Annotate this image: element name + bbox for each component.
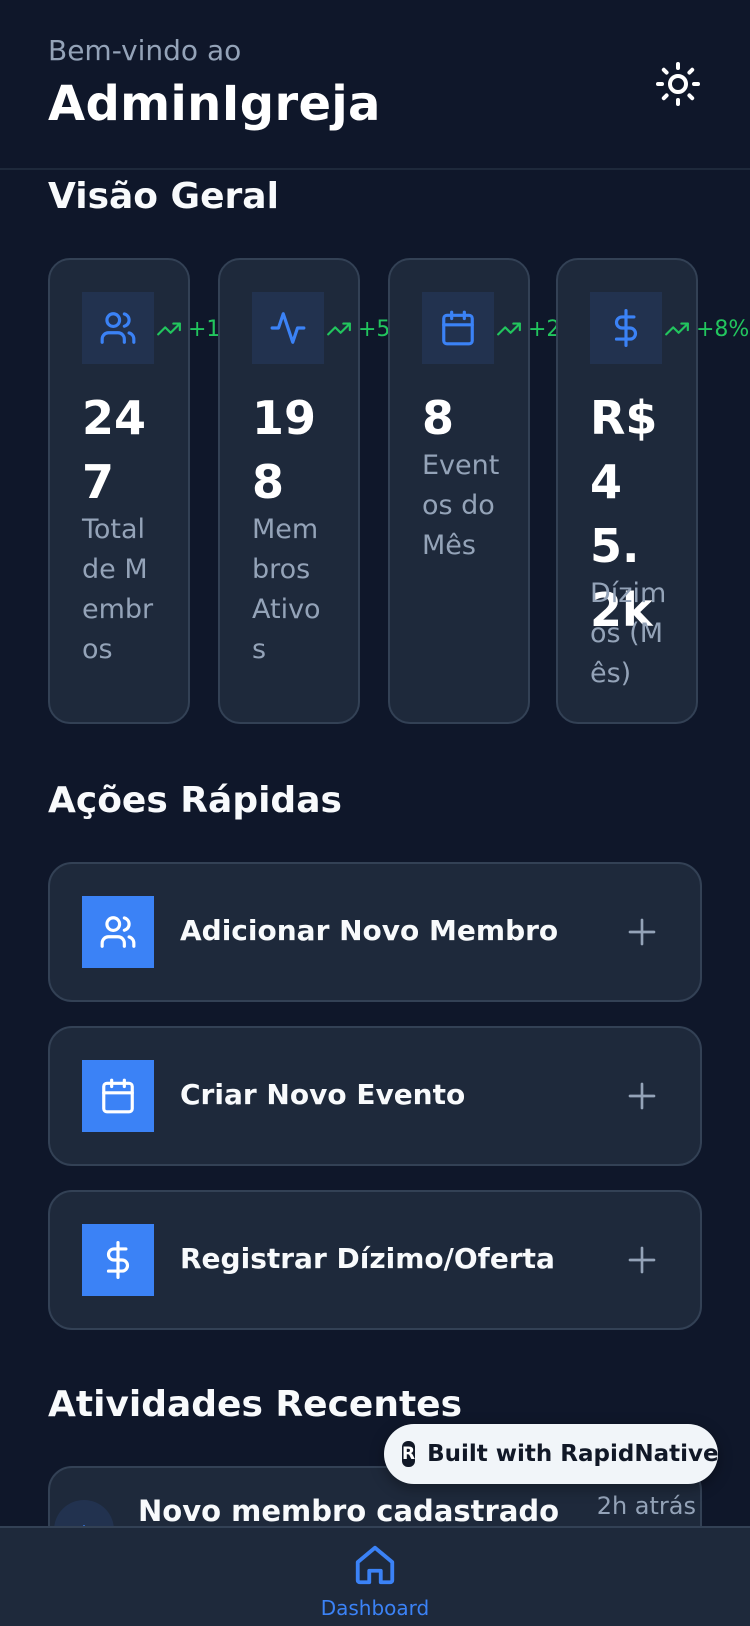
stat-card-total-members[interactable]: +1 247 Total de Membros [48, 258, 220, 724]
stat-value: 198 [252, 391, 317, 509]
action-label: Criar Novo Evento [180, 1078, 466, 1111]
header: Bem-vindo ao AdminIgreja [0, 0, 750, 170]
stat-icon-box [590, 292, 662, 364]
action-label: Adicionar Novo Membro [180, 914, 559, 947]
rapidnative-logo-icon: R [402, 1441, 416, 1467]
activity-time: 2h atrás [596, 1492, 696, 1520]
stat-label: Total de Membros [82, 514, 154, 665]
stat-label: Membros Ativos [252, 514, 321, 665]
users-icon [100, 312, 136, 344]
register-tithe-button[interactable]: Registrar Dízimo/Oferta [48, 1190, 702, 1330]
stat-trend: +2 [496, 316, 560, 342]
stat-label: Dízimos (Mês) [590, 578, 667, 689]
tab-label: Dashboard [320, 1596, 430, 1620]
tab-dashboard[interactable]: Dashboard [310, 1542, 440, 1626]
add-member-button[interactable]: Adicionar Novo Membro [48, 862, 702, 1002]
activity-icon [270, 312, 306, 344]
stat-trend: +5 [326, 316, 390, 342]
dollar-icon [106, 1241, 129, 1279]
stat-value: 8 [422, 391, 455, 445]
home-icon [355, 1545, 395, 1585]
calendar-icon [442, 310, 474, 346]
trending-up-icon [157, 322, 181, 336]
trending-up-icon [665, 322, 689, 336]
theme-toggle-button[interactable] [650, 56, 706, 112]
overview-title: Visão Geral [48, 176, 279, 217]
app-title: AdminIgreja [48, 76, 381, 132]
action-label: Registrar Dízimo/Oferta [180, 1242, 555, 1275]
badge-text: Built with RapidNative [427, 1441, 719, 1467]
sun-icon [656, 62, 700, 106]
activity-title: Novo membro cadastrado [138, 1494, 560, 1528]
bottom-tab-bar: Dashboard [0, 1526, 750, 1626]
users-icon [100, 916, 136, 948]
stat-icon-box [252, 292, 324, 364]
quick-actions-title: Ações Rápidas [48, 780, 342, 821]
trending-up-icon [327, 322, 351, 336]
calendar-icon [102, 1078, 134, 1114]
action-icon-box [82, 1060, 154, 1132]
action-icon-box [82, 896, 154, 968]
plus-icon [618, 908, 666, 956]
action-icon-box [82, 1224, 154, 1296]
plus-icon [618, 1236, 666, 1284]
stat-label: Eventos do Mês [422, 450, 500, 561]
stat-card-events[interactable]: +2 8 Eventos do Mês [388, 258, 560, 724]
stat-trend: +1 [156, 316, 220, 342]
plus-icon [618, 1072, 666, 1120]
welcome-text: Bem-vindo ao [48, 34, 242, 67]
stat-value: 247 [82, 391, 147, 509]
create-event-button[interactable]: Criar Novo Evento [48, 1026, 702, 1166]
stat-card-tithes[interactable]: +8% R$ 45.2k Dízimos (Mês) [556, 258, 749, 724]
dollar-icon [614, 309, 637, 347]
recent-activities-title: Atividades Recentes [48, 1384, 462, 1425]
trending-up-icon [497, 322, 521, 336]
stat-trend-value: +8% [696, 316, 750, 342]
built-with-badge[interactable]: R Built with RapidNative [384, 1424, 719, 1484]
stat-card-active-members[interactable]: +5 198 Membros Ativos [218, 258, 390, 724]
stat-icon-box [422, 292, 494, 364]
stat-trend: +8% [664, 316, 749, 342]
stat-icon-box [82, 292, 154, 364]
stat-trend-value: +5 [358, 316, 391, 342]
stat-trend-value: +1 [188, 316, 221, 342]
